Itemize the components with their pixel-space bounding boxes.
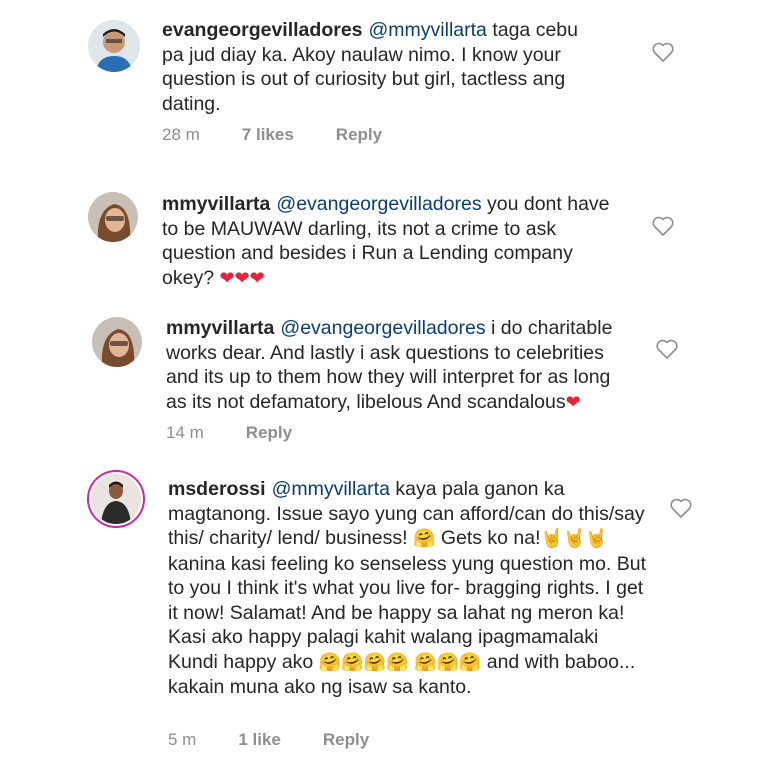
hugging-emoji-row: 🤗🤗🤗🤗 🤗🤗🤗 — [318, 651, 482, 673]
comment-1-text: evangeorgevilladores @mmyvillarta taga ce… — [162, 18, 602, 116]
avatar-msderossi[interactable] — [87, 470, 145, 528]
likes-count[interactable]: 1 like — [238, 730, 281, 750]
comment-1-meta: 28 m 7 likes Reply — [162, 125, 382, 145]
like-heart-icon[interactable] — [651, 41, 675, 63]
timestamp: 5 m — [168, 730, 197, 749]
comment-body-2: Gets ko na! — [440, 527, 541, 549]
comment-4-text: msderossi @mmyvillarta kaya pala ganon ka… — [168, 477, 648, 700]
like-heart-icon[interactable] — [669, 497, 693, 519]
username[interactable]: mmyvillarta — [166, 317, 274, 339]
mention-link[interactable]: @mmyvillarta — [369, 19, 487, 41]
username[interactable]: evangeorgevilladores — [162, 19, 363, 41]
comment-4-meta: 5 m 1 like Reply — [168, 730, 369, 750]
comment-2-text: mmyvillarta @evangeorgevilladores you don… — [162, 192, 622, 291]
comment-3-meta: 14 m Reply — [166, 423, 292, 443]
avatar-mmyvillarta[interactable] — [92, 317, 142, 367]
avatar-evangeorgevilladores[interactable] — [88, 20, 140, 72]
rock-hand-emoji: 🤘🤘🤘 — [540, 528, 608, 549]
reply-button[interactable]: Reply — [323, 730, 369, 750]
like-heart-icon[interactable] — [651, 215, 675, 237]
timestamp: 14 m — [166, 423, 204, 442]
likes-count[interactable]: 7 likes — [242, 125, 294, 145]
timestamp: 28 m — [162, 125, 200, 144]
comment-3-text: mmyvillarta @evangeorgevilladores i do ch… — [166, 316, 636, 415]
reply-button[interactable]: Reply — [336, 125, 382, 145]
avatar-mmyvillarta[interactable] — [88, 192, 138, 242]
like-heart-icon[interactable] — [655, 338, 679, 360]
mention-link[interactable]: @evangeorgevilladores — [276, 193, 481, 215]
mention-link[interactable]: @evangeorgevilladores — [280, 317, 485, 339]
reply-button[interactable]: Reply — [246, 423, 292, 443]
hearts-emoji: ❤❤❤ — [219, 267, 265, 289]
mention-link[interactable]: @mmyvillarta — [272, 478, 390, 500]
username[interactable]: msderossi — [168, 478, 266, 500]
hugging-emoji: 🤗 — [412, 528, 436, 549]
heart-emoji: ❤ — [565, 391, 581, 413]
username[interactable]: mmyvillarta — [162, 193, 270, 215]
